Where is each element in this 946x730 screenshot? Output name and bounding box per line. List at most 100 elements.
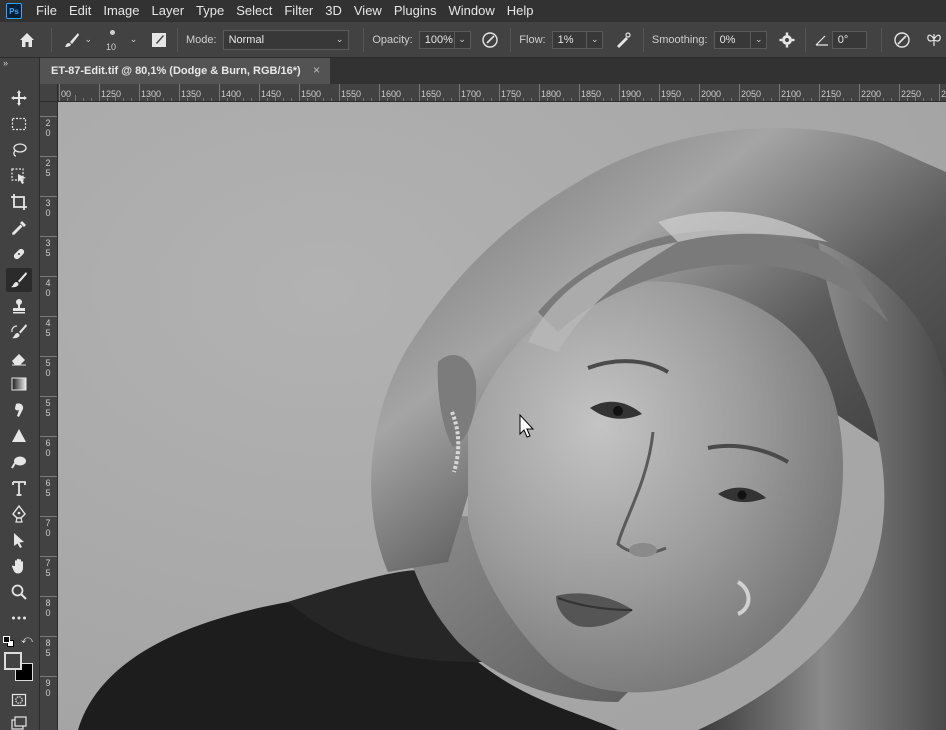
foreground-color-swatch[interactable] — [4, 652, 22, 670]
document-canvas[interactable] — [58, 102, 946, 730]
eyedropper-tool-icon[interactable] — [6, 216, 32, 240]
menu-select[interactable]: Select — [230, 0, 278, 22]
pressure-size-icon[interactable] — [890, 28, 914, 52]
pressure-opacity-icon[interactable] — [479, 28, 503, 52]
ruler-tick — [659, 84, 660, 101]
clone-stamp-tool-icon[interactable] — [6, 294, 32, 318]
lasso-tool-icon[interactable] — [6, 138, 32, 162]
ruler-origin[interactable] — [40, 84, 58, 102]
eraser-tool-icon[interactable] — [6, 346, 32, 370]
angle-input[interactable]: 0° — [831, 30, 868, 49]
ruler-tick — [459, 84, 460, 101]
ruler-minor-tick — [507, 98, 508, 101]
ruler-minor-tick — [883, 98, 884, 101]
hand-tool-icon[interactable] — [6, 554, 32, 578]
horizontal-ruler[interactable]: 00 1250 1300 1350 1400 1450 1500 1550 1600 1650 17… — [58, 84, 946, 102]
color-swatches[interactable] — [4, 652, 34, 682]
pen-tool-icon[interactable] — [6, 502, 32, 526]
brush-preset-icon[interactable] — [60, 28, 84, 52]
ruler-tick — [739, 84, 740, 101]
ruler-minor-tick — [611, 98, 612, 101]
ruler-minor-tick — [931, 98, 932, 101]
gear-icon[interactable] — [775, 28, 799, 52]
ruler-tick — [40, 636, 57, 637]
ruler-label: 1650 — [421, 89, 442, 99]
menu-image[interactable]: Image — [97, 0, 145, 22]
menu-window[interactable]: Window — [442, 0, 500, 22]
smudge-tool-icon[interactable] — [6, 398, 32, 422]
smoothing-dropdown[interactable]: ⌄ — [751, 30, 768, 49]
dodge-tool-icon[interactable] — [6, 450, 32, 474]
close-icon[interactable]: × — [313, 63, 320, 77]
quick-mask-icon[interactable] — [6, 688, 32, 712]
ruler-label: 1400 — [221, 89, 242, 99]
mode-select[interactable]: Normal ⌄ — [222, 29, 350, 50]
ruler-minor-tick — [707, 98, 708, 101]
flow-dropdown[interactable]: ⌄ — [587, 30, 604, 49]
object-select-tool-icon[interactable] — [6, 164, 32, 188]
chevron-down-icon[interactable]: ⌄ — [130, 34, 138, 45]
ruler-minor-tick — [747, 98, 748, 101]
symmetry-icon[interactable] — [922, 28, 946, 52]
ruler-tick — [40, 676, 57, 677]
brush-tool-icon[interactable] — [6, 268, 32, 292]
airbrush-icon[interactable] — [611, 28, 635, 52]
move-tool-icon[interactable] — [6, 86, 32, 110]
smoothing-input[interactable]: 0% — [713, 30, 752, 49]
opacity-label: Opacity: — [372, 33, 413, 46]
ruler-label: 1850 — [581, 89, 602, 99]
photoshop-logo[interactable]: Ps — [6, 3, 22, 19]
screen-mode-icon[interactable] — [6, 712, 32, 730]
ruler-minor-tick — [595, 95, 596, 101]
menu-edit[interactable]: Edit — [63, 0, 97, 22]
ruler-minor-tick — [323, 98, 324, 101]
separator — [50, 27, 52, 52]
ruler-minor-tick — [387, 98, 388, 101]
crop-tool-icon[interactable] — [6, 190, 32, 214]
menu-3d[interactable]: 3D — [319, 0, 348, 22]
tools-panel: » ⤺ — [0, 58, 40, 730]
mode-label: Mode: — [186, 33, 217, 46]
ruler-tick — [40, 556, 57, 557]
ruler-tick — [619, 84, 620, 101]
ruler-label: 65 — [45, 478, 51, 498]
gradient-tool-icon[interactable] — [6, 372, 32, 396]
vertical-ruler[interactable]: 20 25 30 35 40 45 50 55 60 65 70 75 80 85 90 — [40, 102, 58, 730]
ruler-label: 2050 — [741, 89, 762, 99]
healing-brush-tool-icon[interactable] — [6, 242, 32, 266]
swap-colors-icon[interactable]: ⤺ — [21, 634, 33, 647]
collapse-icon[interactable]: » — [3, 58, 8, 68]
ruler-minor-tick — [123, 98, 124, 101]
menu-view[interactable]: View — [348, 0, 388, 22]
ruler-minor-tick — [827, 98, 828, 101]
default-colors-icon[interactable] — [3, 636, 15, 648]
ruler-minor-tick — [155, 95, 156, 101]
zoom-tool-icon[interactable] — [6, 580, 32, 604]
document-tab[interactable]: ET-87-Edit.tif @ 80,1% (Dodge & Burn, RG… — [40, 58, 330, 84]
brush-settings-icon[interactable] — [147, 28, 171, 52]
type-tool-icon[interactable] — [6, 476, 32, 500]
menu-help[interactable]: Help — [501, 0, 540, 22]
sharpen-tool-icon[interactable] — [6, 424, 32, 448]
ruler-tick — [379, 84, 380, 101]
brush-size-preview[interactable]: 10 — [98, 25, 128, 55]
menu-layer[interactable]: Layer — [146, 0, 191, 22]
menu-type[interactable]: Type — [190, 0, 230, 22]
history-brush-tool-icon[interactable] — [6, 320, 32, 344]
chevron-down-icon[interactable]: ⌄ — [84, 34, 92, 45]
path-selection-tool-icon[interactable] — [6, 528, 32, 552]
ruler-label: 2250 — [901, 89, 922, 99]
home-icon[interactable] — [15, 28, 39, 52]
opacity-input[interactable]: 100% — [418, 30, 455, 49]
ruler-label: 1750 — [501, 89, 522, 99]
marquee-tool-icon[interactable] — [6, 112, 32, 136]
flow-input[interactable]: 1% — [551, 30, 588, 49]
ruler-minor-tick — [915, 95, 916, 101]
ruler-minor-tick — [547, 98, 548, 101]
ruler-tick — [40, 516, 57, 517]
menu-filter[interactable]: Filter — [278, 0, 319, 22]
menu-file[interactable]: File — [30, 0, 63, 22]
opacity-dropdown[interactable]: ⌄ — [454, 30, 471, 49]
more-tools-icon[interactable] — [6, 606, 32, 630]
menu-plugins[interactable]: Plugins — [388, 0, 443, 22]
